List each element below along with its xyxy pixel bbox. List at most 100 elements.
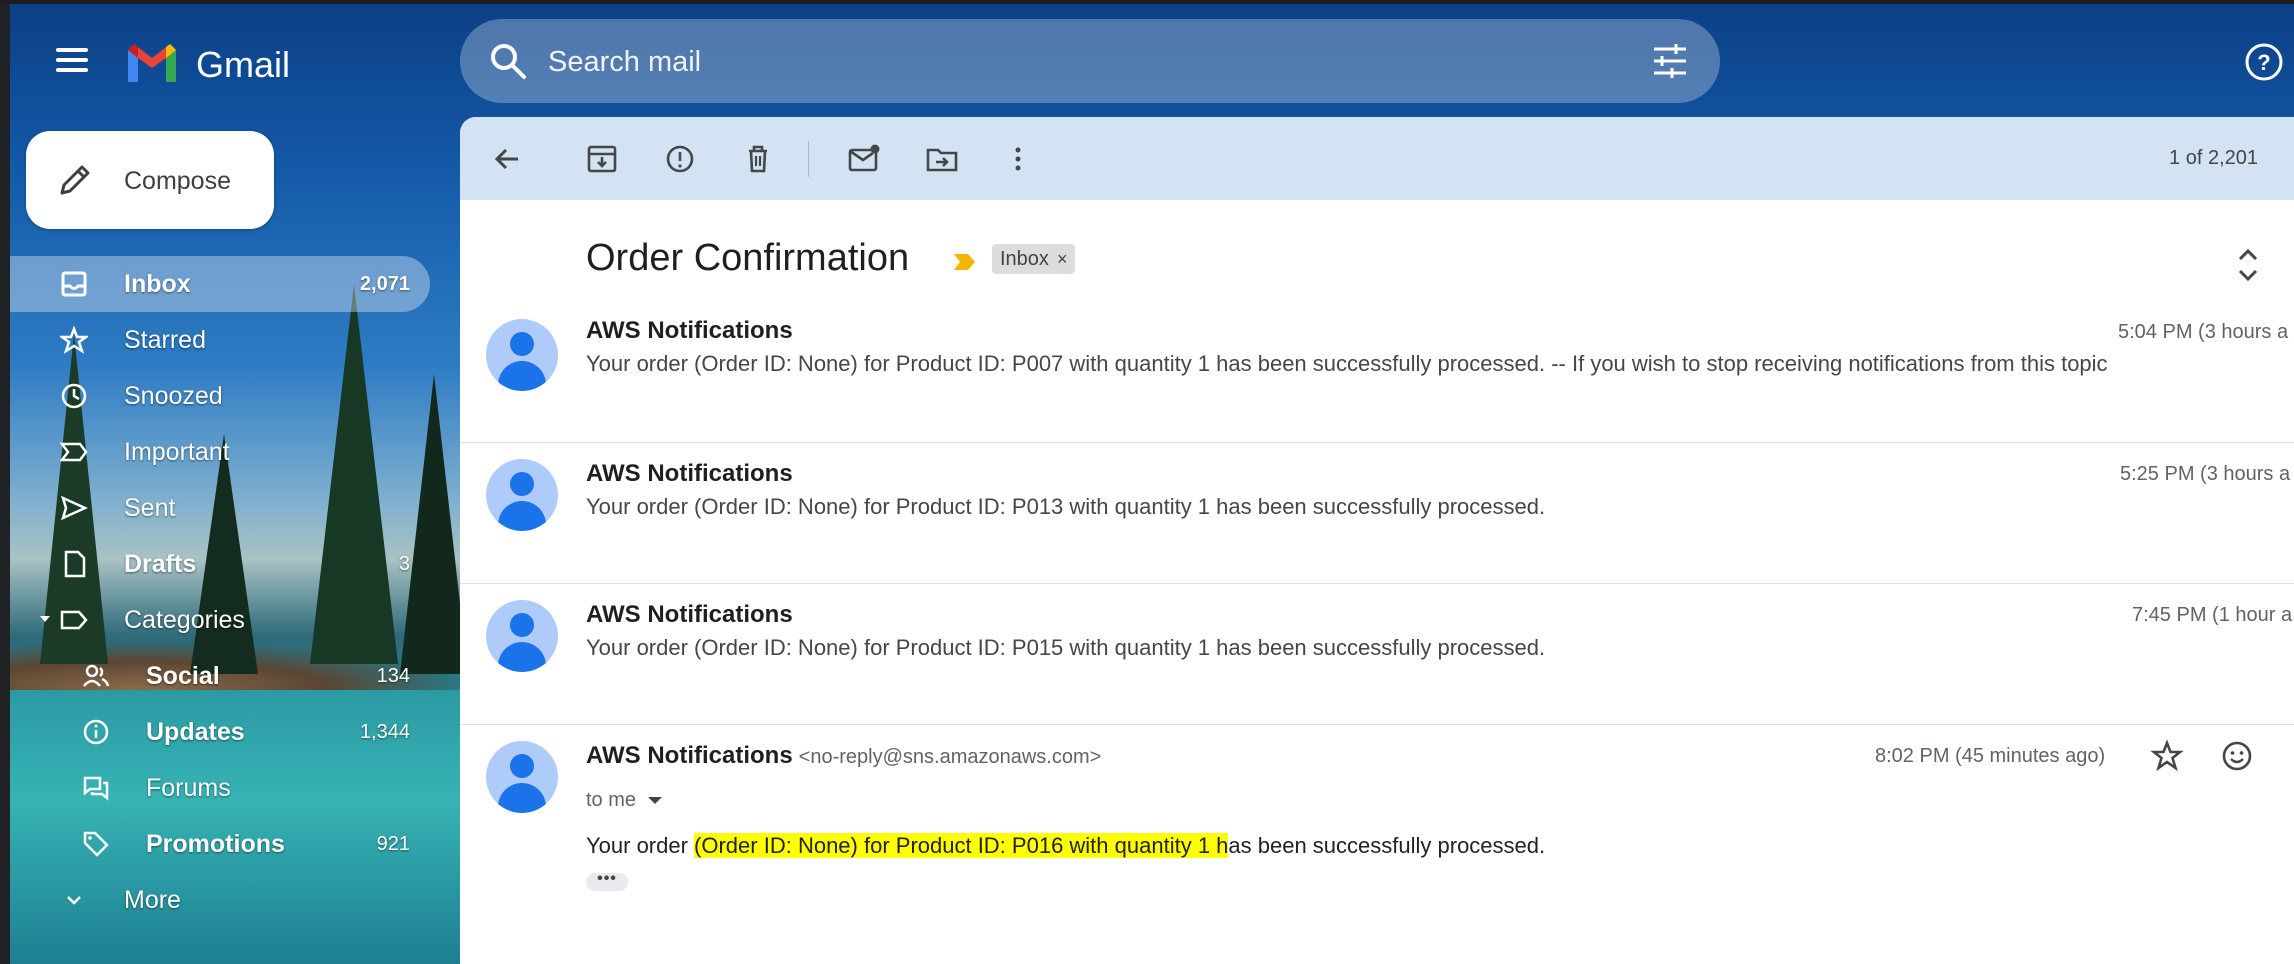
message-panel: 1 of 2,201 Order Confirmation Inbox × AWS… [460, 117, 2294, 964]
window-top-edge [0, 0, 2294, 4]
message-snippet: Your order (Order ID: None) for Product … [586, 635, 1546, 660]
report-spam-icon[interactable] [662, 141, 698, 177]
unread-count: 1,344 [359, 721, 410, 743]
sender-name: AWS Notifications [586, 317, 793, 344]
clock-icon [61, 383, 87, 409]
message-toolbar: 1 of 2,201 [460, 117, 2294, 200]
sidebar-item-label: Updates [146, 718, 245, 746]
toolbar-divider [808, 141, 809, 177]
label-chip-inbox: Inbox × [992, 244, 1076, 274]
star-icon[interactable] [2150, 739, 2184, 773]
message-collapsed[interactable]: AWS Notifications 5:25 PM (3 hours a You… [460, 443, 2294, 584]
sidebar-item-starred[interactable]: Starred [10, 312, 430, 368]
draft-icon [64, 550, 86, 578]
inbox-icon [61, 271, 87, 297]
body-text-end: as been successfully processed. [1228, 833, 1546, 858]
gmail-logo-icon[interactable] [124, 40, 180, 84]
message-time: 7:45 PM (1 hour a [2132, 604, 2293, 626]
svg-text:?: ? [2257, 50, 2270, 75]
message-body: Your order (Order ID: None) for Product … [586, 833, 1545, 859]
sidebar-item-label: Drafts [124, 550, 197, 578]
message-collapsed[interactable]: AWS Notifications 5:04 PM (3 hours a You… [460, 297, 2294, 443]
search-bar[interactable] [460, 19, 1720, 103]
message-time: 5:04 PM (3 hours a [2118, 321, 2289, 343]
unread-count: 134 [376, 665, 410, 687]
help-icon[interactable]: ? [2244, 42, 2284, 82]
important-icon [60, 442, 88, 462]
chevron-down-icon [67, 896, 81, 905]
caret-down-icon [648, 797, 663, 805]
sender-name: AWS Notifications [586, 460, 793, 487]
unread-count: 2,071 [359, 273, 410, 295]
forum-icon [83, 776, 109, 801]
sidebar-item-label: Sent [124, 494, 176, 522]
expand-all-icon[interactable] [2232, 245, 2264, 285]
chip-label: Inbox [1000, 248, 1049, 270]
sender-email: <no-reply@sns.amazonaws.com> [798, 746, 1102, 768]
sidebar-item-label: Forums [146, 774, 231, 802]
unread-count: 921 [376, 833, 410, 855]
draft-count: 3 [398, 553, 410, 575]
show-trimmed-content-button[interactable]: ••• [586, 871, 628, 891]
mark-unread-icon[interactable] [846, 141, 882, 177]
info-icon [83, 719, 109, 745]
search-icon[interactable] [488, 41, 528, 81]
avatar [486, 319, 558, 391]
sidebar-item-snoozed[interactable]: Snoozed [10, 368, 430, 424]
emoji-reaction-icon[interactable] [2220, 739, 2254, 773]
remove-label-icon[interactable]: × [1057, 249, 1068, 269]
important-marker-icon[interactable] [952, 251, 978, 273]
sidebar-item-categories[interactable]: Categories [10, 592, 430, 648]
sender-name: AWS Notifications <no-reply@sns.amazonaws… [586, 742, 1101, 770]
sidebar-item-label: More [124, 886, 181, 914]
sidebar-item-label: Important [124, 438, 230, 466]
expand-arrow-icon[interactable] [40, 616, 50, 622]
sidebar-item-drafts[interactable]: Drafts 3 [10, 536, 430, 592]
sidebar-nav: Inbox 2,071 Starred Snoozed Important Se… [10, 256, 430, 928]
sidebar-item-social[interactable]: Social 134 [10, 648, 430, 704]
search-input[interactable] [546, 37, 1600, 87]
message-snippet: Your order (Order ID: None) for Product … [586, 351, 2108, 376]
compose-button[interactable]: Compose [26, 131, 274, 229]
recipients-dropdown[interactable]: to me [586, 789, 663, 812]
back-arrow-icon[interactable] [490, 141, 526, 177]
delete-icon[interactable] [740, 141, 776, 177]
sidebar-item-important[interactable]: Important [10, 424, 430, 480]
sidebar-item-label: Social [146, 662, 220, 690]
compose-label: Compose [124, 167, 231, 195]
sidebar-item-forums[interactable]: Forums [10, 760, 430, 816]
sidebar-item-more[interactable]: More [10, 872, 430, 928]
sender-display-name: AWS Notifications [586, 742, 793, 769]
star-icon [60, 326, 88, 354]
search-options-icon[interactable] [1650, 41, 1690, 81]
sidebar-item-updates[interactable]: Updates 1,344 [10, 704, 430, 760]
main-menu-button[interactable] [48, 42, 88, 82]
message-collapsed[interactable]: AWS Notifications 7:45 PM (1 hour a Your… [460, 584, 2294, 725]
sender-name: AWS Notifications [586, 601, 793, 628]
sidebar-item-label: Categories [124, 606, 245, 634]
send-icon [61, 495, 88, 521]
thread-subject: Order Confirmation [586, 237, 910, 279]
sidebar-item-sent[interactable]: Sent [10, 480, 430, 536]
sidebar-item-label: Promotions [146, 830, 285, 858]
people-icon [83, 664, 110, 687]
message-snippet: Your order (Order ID: None) for Product … [586, 494, 1546, 519]
move-to-icon[interactable] [924, 141, 960, 177]
message-time: 8:02 PM (45 minutes ago) [1875, 745, 2106, 767]
body-text-start: Your order [586, 833, 695, 858]
message-time: 5:25 PM (3 hours a [2120, 463, 2291, 485]
window-edge [0, 0, 10, 964]
archive-icon[interactable] [584, 141, 620, 177]
avatar [486, 741, 558, 813]
sidebar-item-promotions[interactable]: Promotions 921 [10, 816, 430, 872]
pencil-icon [60, 165, 90, 195]
sidebar-item-label: Inbox [124, 270, 191, 298]
avatar [486, 459, 558, 531]
message-expanded: AWS Notifications <no-reply@sns.amazonaws… [460, 725, 2294, 964]
sidebar-item-label: Starred [124, 326, 206, 354]
more-options-icon[interactable] [1000, 141, 1036, 177]
sidebar-item-inbox[interactable]: Inbox 2,071 [10, 256, 430, 312]
pagination-text: 1 of 2,201 [2169, 147, 2258, 169]
tag-icon [83, 831, 109, 857]
app-header: Gmail ? [10, 4, 2294, 114]
